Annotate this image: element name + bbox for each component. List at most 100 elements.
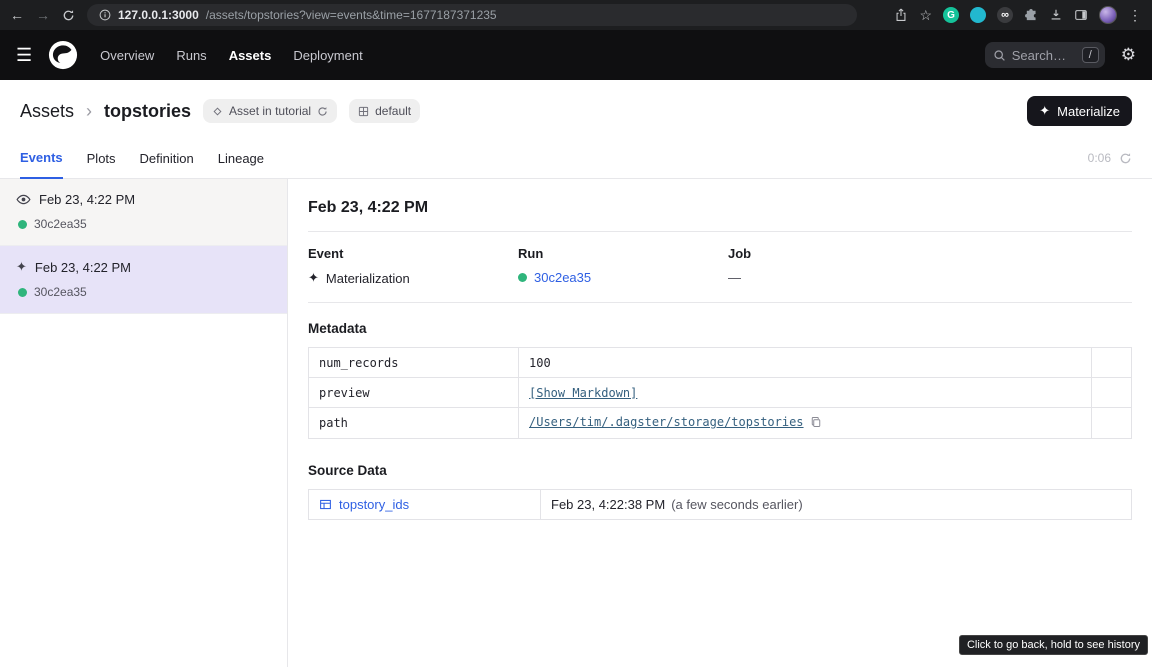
search-shortcut-key: / bbox=[1082, 47, 1099, 63]
browser-toolbar-icons: ☆ G ∞ ⋮ bbox=[894, 6, 1142, 24]
browser-forward-icon[interactable]: → bbox=[36, 8, 50, 22]
bookmark-star-icon[interactable]: ☆ bbox=[919, 8, 932, 22]
settings-gear-icon[interactable]: ⚙ bbox=[1121, 45, 1136, 65]
source-data-table: topstory_ids Feb 23, 4:22:38 PM (a few se… bbox=[308, 489, 1132, 520]
event-timestamp: Feb 23, 4:22 PM bbox=[39, 192, 135, 207]
source-time-cell: Feb 23, 4:22:38 PM (a few seconds earlier… bbox=[541, 490, 1132, 520]
asset-group-badge-label: Asset in tutorial bbox=[229, 104, 311, 118]
asset-icon bbox=[212, 106, 223, 117]
metadata-empty-cell bbox=[1092, 408, 1132, 439]
back-history-tooltip: Click to go back, hold to see history bbox=[959, 635, 1148, 655]
materialization-sparkle-icon: ✦ bbox=[16, 259, 27, 275]
job-empty-value: — bbox=[728, 270, 741, 285]
asset-header: Assets › topstories Asset in tutorial de… bbox=[0, 80, 1152, 138]
address-bar[interactable]: 127.0.0.1:3000/assets/topstories?view=ev… bbox=[87, 4, 857, 26]
source-asset-name: topstory_ids bbox=[339, 497, 409, 512]
profile-avatar[interactable] bbox=[1099, 6, 1117, 24]
eye-observation-icon bbox=[16, 192, 31, 207]
materialize-button-label: Materialize bbox=[1057, 104, 1120, 119]
browser-reload-icon[interactable] bbox=[62, 9, 75, 22]
infinity-extension-icon[interactable]: ∞ bbox=[997, 7, 1013, 23]
table-row: path /Users/tim/.dagster/storage/topstor… bbox=[309, 408, 1132, 439]
event-column-label: Event bbox=[308, 246, 518, 261]
nav-item-assets[interactable]: Assets bbox=[229, 48, 272, 63]
source-asset-cell: topstory_ids bbox=[309, 490, 541, 520]
metadata-value: 100 bbox=[519, 348, 1092, 378]
list-item-observation-event[interactable]: Feb 23, 4:22 PM 30c2ea35 bbox=[0, 179, 287, 246]
teal-extension-icon[interactable] bbox=[970, 7, 986, 23]
nav-item-deployment[interactable]: Deployment bbox=[293, 48, 362, 63]
metadata-key: path bbox=[309, 408, 519, 439]
url-path: /assets/topstories?view=events&time=1677… bbox=[206, 8, 497, 22]
event-detail-panel: Feb 23, 4:22 PM Event ✦ Materialization … bbox=[288, 179, 1152, 667]
run-id-link[interactable]: 30c2ea35 bbox=[534, 270, 591, 285]
nav-links: Overview Runs Assets Deployment bbox=[100, 48, 363, 63]
path-link[interactable]: /Users/tim/.dagster/storage/topstories bbox=[529, 415, 804, 429]
tab-lineage[interactable]: Lineage bbox=[218, 138, 264, 178]
refresh-icon[interactable] bbox=[1119, 152, 1132, 165]
hamburger-menu-icon[interactable]: ☰ bbox=[16, 45, 32, 66]
share-icon[interactable] bbox=[894, 8, 908, 22]
tab-plots[interactable]: Plots bbox=[87, 138, 116, 178]
metadata-section-title: Metadata bbox=[308, 321, 1132, 336]
source-data-section-title: Source Data bbox=[308, 463, 1132, 478]
divider bbox=[308, 302, 1132, 303]
table-icon bbox=[319, 498, 332, 511]
dagster-logo[interactable] bbox=[48, 40, 78, 70]
event-run-id[interactable]: 30c2ea35 bbox=[34, 285, 87, 299]
search-icon bbox=[993, 49, 1006, 62]
repo-location-badge-label: default bbox=[375, 104, 411, 118]
downloads-icon[interactable] bbox=[1049, 8, 1063, 22]
tab-events[interactable]: Events bbox=[20, 139, 63, 179]
site-info-icon[interactable] bbox=[99, 9, 111, 21]
nav-item-overview[interactable]: Overview bbox=[100, 48, 154, 63]
extensions-puzzle-icon[interactable] bbox=[1024, 8, 1038, 22]
source-timestamp: Feb 23, 4:22:38 PM bbox=[551, 497, 665, 512]
run-status-dot bbox=[18, 288, 27, 297]
tab-definition[interactable]: Definition bbox=[140, 138, 194, 178]
breadcrumb-current-asset: topstories bbox=[104, 101, 191, 122]
browser-back-icon[interactable]: ← bbox=[10, 8, 24, 22]
event-list-sidebar: Feb 23, 4:22 PM 30c2ea35 ✦ Feb 23, 4:22 … bbox=[0, 179, 288, 667]
url-host: 127.0.0.1:3000 bbox=[118, 8, 199, 22]
metadata-key: preview bbox=[309, 378, 519, 408]
breadcrumb-separator: › bbox=[86, 101, 92, 122]
side-panel-icon[interactable] bbox=[1074, 8, 1088, 22]
run-status-dot bbox=[518, 273, 527, 282]
asset-group-badge[interactable]: Asset in tutorial bbox=[203, 99, 337, 123]
show-markdown-link[interactable]: [Show Markdown] bbox=[529, 386, 637, 400]
metadata-key: num_records bbox=[309, 348, 519, 378]
event-detail-title: Feb 23, 4:22 PM bbox=[308, 199, 1132, 217]
grammarly-extension-icon[interactable]: G bbox=[943, 7, 959, 23]
table-row: topstory_ids Feb 23, 4:22:38 PM (a few se… bbox=[309, 490, 1132, 520]
browser-chrome: ← → 127.0.0.1:3000/assets/topstories?vie… bbox=[0, 0, 1152, 30]
refresh-icon[interactable] bbox=[317, 106, 328, 117]
materialize-button[interactable]: ✦ Materialize bbox=[1027, 96, 1132, 126]
table-row: num_records 100 bbox=[309, 348, 1132, 378]
metadata-value: /Users/tim/.dagster/storage/topstories bbox=[519, 408, 1092, 439]
copy-icon[interactable] bbox=[810, 417, 822, 431]
table-row: preview [Show Markdown] bbox=[309, 378, 1132, 408]
nav-item-runs[interactable]: Runs bbox=[176, 48, 206, 63]
breadcrumb-assets[interactable]: Assets bbox=[20, 101, 74, 122]
grid-icon bbox=[358, 106, 369, 117]
metadata-value: [Show Markdown] bbox=[519, 378, 1092, 408]
search-placeholder: Search… bbox=[1012, 48, 1076, 63]
run-column-label: Run bbox=[518, 246, 728, 261]
browser-menu-icon[interactable]: ⋮ bbox=[1128, 8, 1142, 22]
refresh-timer: 0:06 bbox=[1088, 151, 1111, 165]
app-nav-bar: ☰ Overview Runs Assets Deployment Search… bbox=[0, 30, 1152, 80]
repo-location-badge[interactable]: default bbox=[349, 99, 420, 123]
event-timestamp: Feb 23, 4:22 PM bbox=[35, 260, 131, 275]
asset-tabs: Events Plots Definition Lineage 0:06 bbox=[0, 138, 1152, 179]
metadata-empty-cell bbox=[1092, 348, 1132, 378]
event-run-id[interactable]: 30c2ea35 bbox=[34, 217, 87, 231]
run-status-dot bbox=[18, 220, 27, 229]
materialize-sparkle-icon: ✦ bbox=[1039, 103, 1050, 119]
search-input[interactable]: Search… / bbox=[985, 42, 1105, 68]
source-time-note: (a few seconds earlier) bbox=[671, 497, 803, 512]
job-column-label: Job bbox=[728, 246, 938, 261]
source-asset-link[interactable]: topstory_ids bbox=[319, 497, 530, 512]
list-item-materialization-event[interactable]: ✦ Feb 23, 4:22 PM 30c2ea35 bbox=[0, 246, 287, 314]
metadata-empty-cell bbox=[1092, 378, 1132, 408]
